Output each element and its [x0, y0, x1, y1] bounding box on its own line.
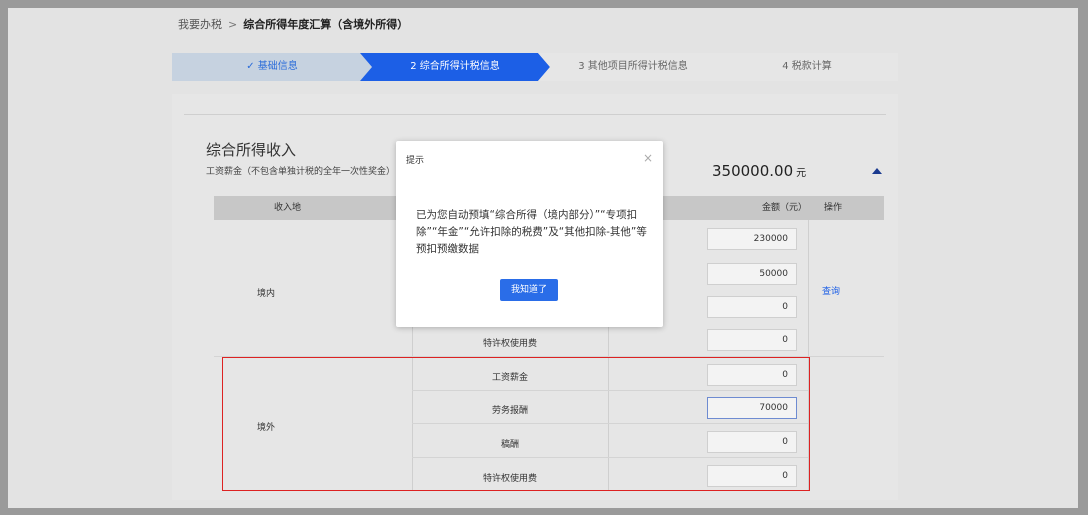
region-domestic: 境内 [257, 289, 276, 299]
step-basic-info[interactable]: ✓ 基础信息 [172, 53, 372, 81]
total-amount: 350000.00 元 [712, 162, 806, 180]
divider [184, 114, 886, 115]
dialog-title: 提示 [406, 156, 425, 166]
collapse-arrow-icon[interactable] [872, 168, 882, 174]
total-value: 350000.00 [712, 162, 794, 180]
header-amount: 金额（元） [762, 203, 808, 213]
breadcrumb: 我要办税 > 综合所得年度汇算（含境外所得） [178, 16, 408, 32]
breadcrumb-current: 综合所得年度汇算（含境外所得） [243, 18, 409, 31]
income-type-label: 特许权使用费 [482, 339, 537, 349]
header-action: 操作 [824, 203, 843, 213]
total-unit: 元 [796, 168, 807, 179]
step-progress: ✓ 基础信息 2 综合所得计税信息 3 其他项目所得计税信息 4 税款计算 [172, 53, 898, 81]
close-icon[interactable]: × [643, 151, 653, 165]
amount-input[interactable]: 230000 [707, 228, 797, 250]
amount-input[interactable]: 0 [707, 296, 797, 318]
foreign-income-highlight [222, 357, 810, 491]
dialog-message: 已为您自动预填“综合所得（境内部分）”“专项扣除”“年金”“允许扣除的税费”及“… [416, 209, 647, 255]
breadcrumb-separator: > [228, 18, 238, 31]
header-region: 收入地 [274, 203, 302, 213]
step-other-income[interactable]: 3 其他项目所得计税信息 [538, 53, 728, 81]
step-tax-calculation[interactable]: 4 税款计算 [716, 53, 898, 81]
amount-input[interactable]: 50000 [707, 263, 797, 285]
breadcrumb-home-link[interactable]: 我要办税 [178, 18, 222, 31]
acknowledge-button[interactable]: 我知道了 [500, 279, 558, 301]
query-link[interactable]: 查询 [822, 284, 840, 297]
section-title: 综合所得收入 [206, 141, 297, 159]
amount-input[interactable]: 0 [707, 329, 797, 351]
section-subtitle: 工资薪金（不包含单独计税的全年一次性奖金） [206, 167, 396, 177]
notice-dialog: 提示 × 已为您自动预填“综合所得（境内部分）”“专项扣除”“年金”“允许扣除的… [396, 141, 663, 327]
step-comprehensive-income[interactable]: 2 综合所得计税信息 [360, 53, 550, 81]
